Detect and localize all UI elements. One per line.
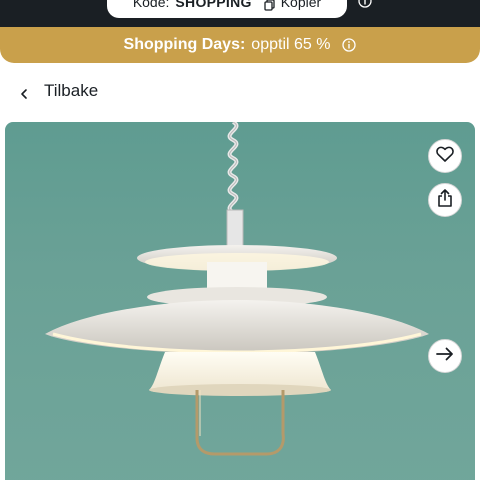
info-icon[interactable] <box>342 38 357 52</box>
next-image-button[interactable] <box>428 339 462 373</box>
shopping-days-banner[interactable]: Shopping Days: opptil 65 % <box>0 27 480 63</box>
back-link[interactable]: Tilbake <box>0 70 480 112</box>
arrow-right-icon <box>436 347 454 366</box>
share-icon <box>437 188 453 212</box>
share-button[interactable] <box>428 183 462 217</box>
copy-button-label[interactable]: Kopier <box>281 0 321 10</box>
pendant-lamp-illustration <box>45 122 429 456</box>
banner-text: opptil 65 % <box>251 36 331 53</box>
product-image[interactable] <box>5 122 475 480</box>
promo-info-icon[interactable] <box>358 0 372 8</box>
favorite-button[interactable] <box>428 139 462 173</box>
heart-icon <box>436 146 454 167</box>
banner-title: Shopping Days: <box>123 36 246 53</box>
copy-icon[interactable] <box>264 0 275 11</box>
promo-code-bar: Kode: SHOPPING Kopier <box>0 0 480 27</box>
promo-code-pill[interactable]: Kode: SHOPPING Kopier <box>107 0 347 18</box>
chevron-left-icon <box>18 85 30 99</box>
back-label: Tilbake <box>44 81 99 100</box>
promo-code-label: Kode: <box>132 0 170 10</box>
promo-code-value: SHOPPING <box>175 0 252 10</box>
